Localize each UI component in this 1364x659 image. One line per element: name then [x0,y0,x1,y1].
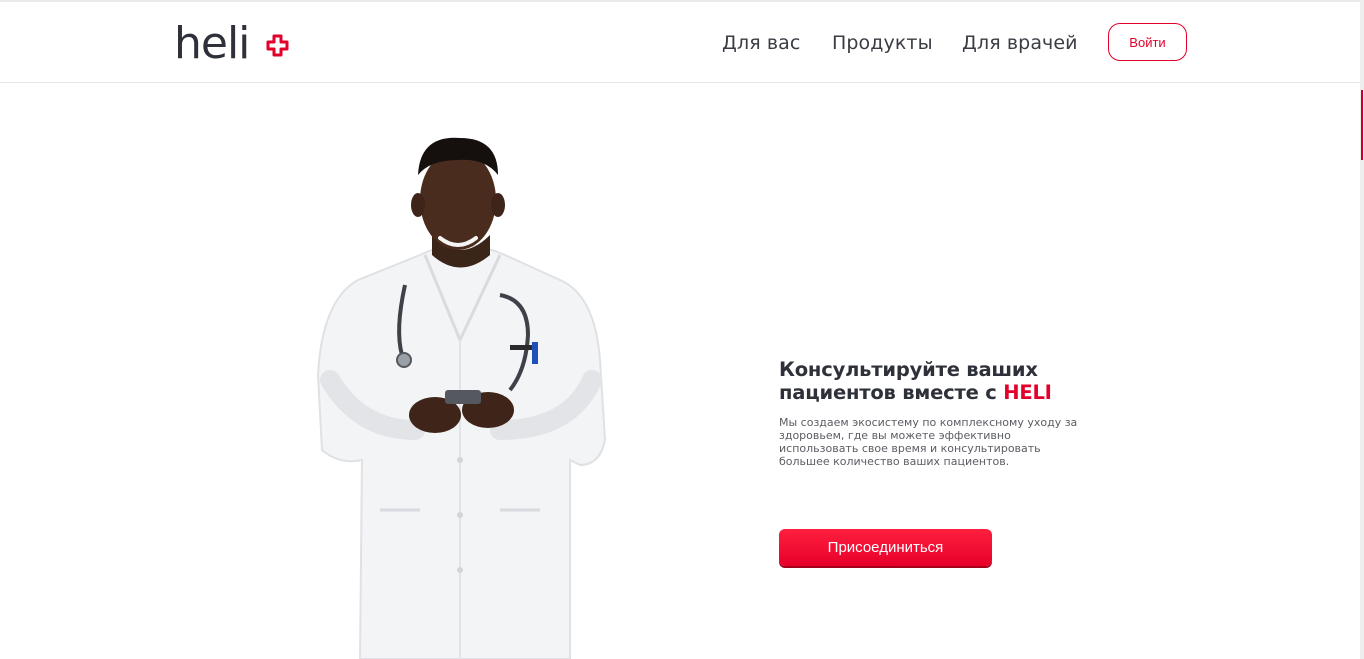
nav-item-for-you[interactable]: Для вас [722,32,800,54]
headline-brand: HELI [1003,381,1052,404]
site-header: heli Для вас Продукты Для врачей Войти [0,2,1364,83]
doctor-illustration [316,137,607,659]
hero-description: Мы создаем экосистему по комплексному ух… [779,416,1078,468]
scrollbar[interactable] [1360,0,1364,659]
headline-line-2: пациентов вместе с [779,381,997,404]
nav-item-products[interactable]: Продукты [832,32,933,54]
join-button[interactable]: Присоединиться [779,529,992,566]
nav-item-for-doctors[interactable]: Для врачей [962,32,1078,54]
login-button[interactable]: Войти [1108,23,1187,61]
headline-line-1: Консультируйте ваших [779,358,1038,381]
hero-headline: Консультируйте ваших пациентов вместе с … [779,358,1099,404]
